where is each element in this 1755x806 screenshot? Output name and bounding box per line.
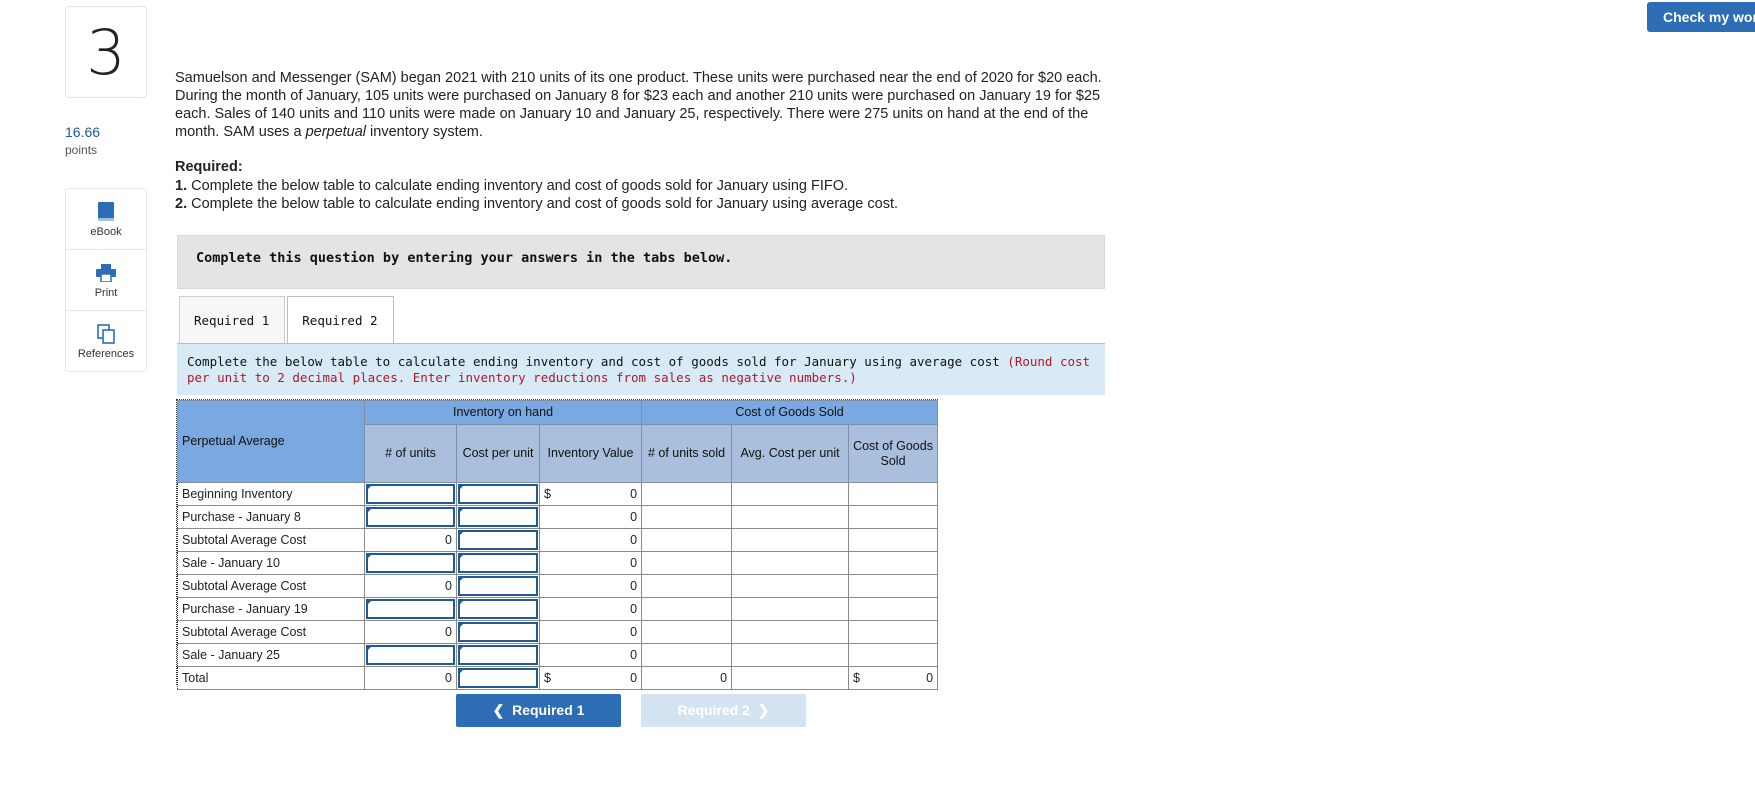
- units-value: 0: [364, 528, 457, 552]
- group-header-cogs: Cost of Goods Sold: [641, 400, 939, 425]
- cost-per-unit-input[interactable]: [458, 553, 538, 573]
- instruction-banner: Complete this question by entering your …: [177, 235, 1105, 289]
- sub-instruction: Complete the below table to calculate en…: [177, 344, 1105, 395]
- total-cost-per-unit-input[interactable]: [458, 668, 538, 688]
- col-avg-cost: Avg. Cost per unit: [731, 424, 850, 483]
- next-required-2-button[interactable]: Required 2 ❯: [641, 694, 806, 727]
- table-row: Beginning Inventory $0: [177, 482, 939, 506]
- inventory-value-cell: 0: [538, 620, 643, 644]
- table-row: Subtotal Average Cost 0 0: [177, 574, 939, 598]
- emphasis-perpetual: perpetual: [305, 124, 367, 140]
- cost-per-unit-input[interactable]: [458, 645, 538, 665]
- printer-icon: [96, 262, 116, 284]
- total-units-sold: 0: [641, 666, 733, 690]
- cost-per-unit-input[interactable]: [458, 484, 538, 504]
- required-item-2: 2. Complete the below table to calculate…: [175, 196, 899, 212]
- inventory-value-cell: 0: [538, 574, 643, 598]
- table-row: Purchase - January 8 0: [177, 505, 939, 529]
- total-inventory-value: $0: [538, 666, 643, 690]
- units-input[interactable]: [366, 553, 455, 573]
- total-units: 0: [364, 666, 457, 690]
- cost-per-unit-input[interactable]: [458, 530, 538, 550]
- cost-per-unit-input[interactable]: [458, 622, 538, 642]
- total-cogs: $0: [848, 666, 939, 690]
- inventory-value-cell: 0: [538, 597, 643, 621]
- copy-icon: [97, 323, 115, 345]
- print-button[interactable]: Print: [66, 250, 146, 311]
- col-cogs: Cost of Goods Sold: [848, 424, 939, 483]
- question-text: Samuelson and Messenger (SAM) began 2021…: [175, 70, 1102, 140]
- references-label: References: [77, 348, 135, 360]
- col-units: # of units: [364, 424, 457, 483]
- table-row: Subtotal Average Cost 0 0: [177, 528, 939, 552]
- units-input[interactable]: [366, 507, 455, 527]
- ebook-label: eBook: [90, 225, 122, 238]
- ebook-button[interactable]: eBook: [66, 189, 146, 250]
- inventory-value-cell: 0: [538, 551, 643, 575]
- points-value: 16.66: [65, 124, 101, 140]
- cost-per-unit-input[interactable]: [458, 599, 538, 619]
- required-list: Required: 1. Complete the below table to…: [175, 158, 1115, 214]
- col-units-sold: # of units sold: [641, 424, 733, 483]
- chevron-right-icon: ❯: [757, 702, 770, 718]
- total-row: Total 0 $0 0 $0: [177, 666, 939, 690]
- table-row: Sale - January 10 0: [177, 551, 939, 575]
- units-value: 0: [364, 574, 457, 598]
- tools-panel: eBook Print References: [65, 188, 147, 372]
- tab-bar: Required 1 Required 2: [179, 296, 396, 345]
- points-label: points: [65, 143, 98, 157]
- cost-per-unit-input[interactable]: [458, 507, 538, 527]
- inventory-value-cell: $0: [538, 482, 643, 506]
- inventory-value-cell: 0: [538, 528, 643, 552]
- perpetual-average-grid: Perpetual Average Inventory on hand Cost…: [176, 399, 939, 690]
- table-row: Sale - January 25 0: [177, 643, 939, 667]
- units-input[interactable]: [366, 645, 455, 665]
- inventory-value-cell: 0: [538, 643, 643, 667]
- required-item-1: 1. Complete the below table to calculate…: [175, 177, 849, 194]
- units-input[interactable]: [366, 599, 455, 619]
- check-my-work-button[interactable]: Check my work: [1647, 2, 1755, 32]
- group-header-inventory: Inventory on hand: [363, 400, 643, 425]
- col-cost-per-unit: Cost per unit: [456, 424, 540, 483]
- units-input[interactable]: [366, 484, 455, 504]
- tab-required-1[interactable]: Required 1: [179, 296, 286, 343]
- prev-required-1-button[interactable]: ❮ Required 1: [456, 694, 621, 727]
- print-label: Print: [94, 286, 118, 299]
- cost-per-unit-input[interactable]: [458, 576, 538, 596]
- references-button[interactable]: References: [66, 311, 146, 372]
- table-row: Purchase - January 19 0: [177, 597, 939, 621]
- book-icon: [97, 201, 115, 223]
- question-number: 3: [65, 6, 147, 98]
- col-inventory-value: Inventory Value: [538, 424, 643, 483]
- inventory-value-cell: 0: [538, 505, 643, 529]
- table-row: Subtotal Average Cost 0 0: [177, 620, 939, 644]
- chevron-left-icon: ❮: [492, 702, 505, 718]
- required-heading: Required:: [175, 159, 243, 175]
- row-header: Perpetual Average: [177, 400, 365, 483]
- units-value: 0: [364, 620, 457, 644]
- tab-required-2[interactable]: Required 2: [287, 296, 394, 345]
